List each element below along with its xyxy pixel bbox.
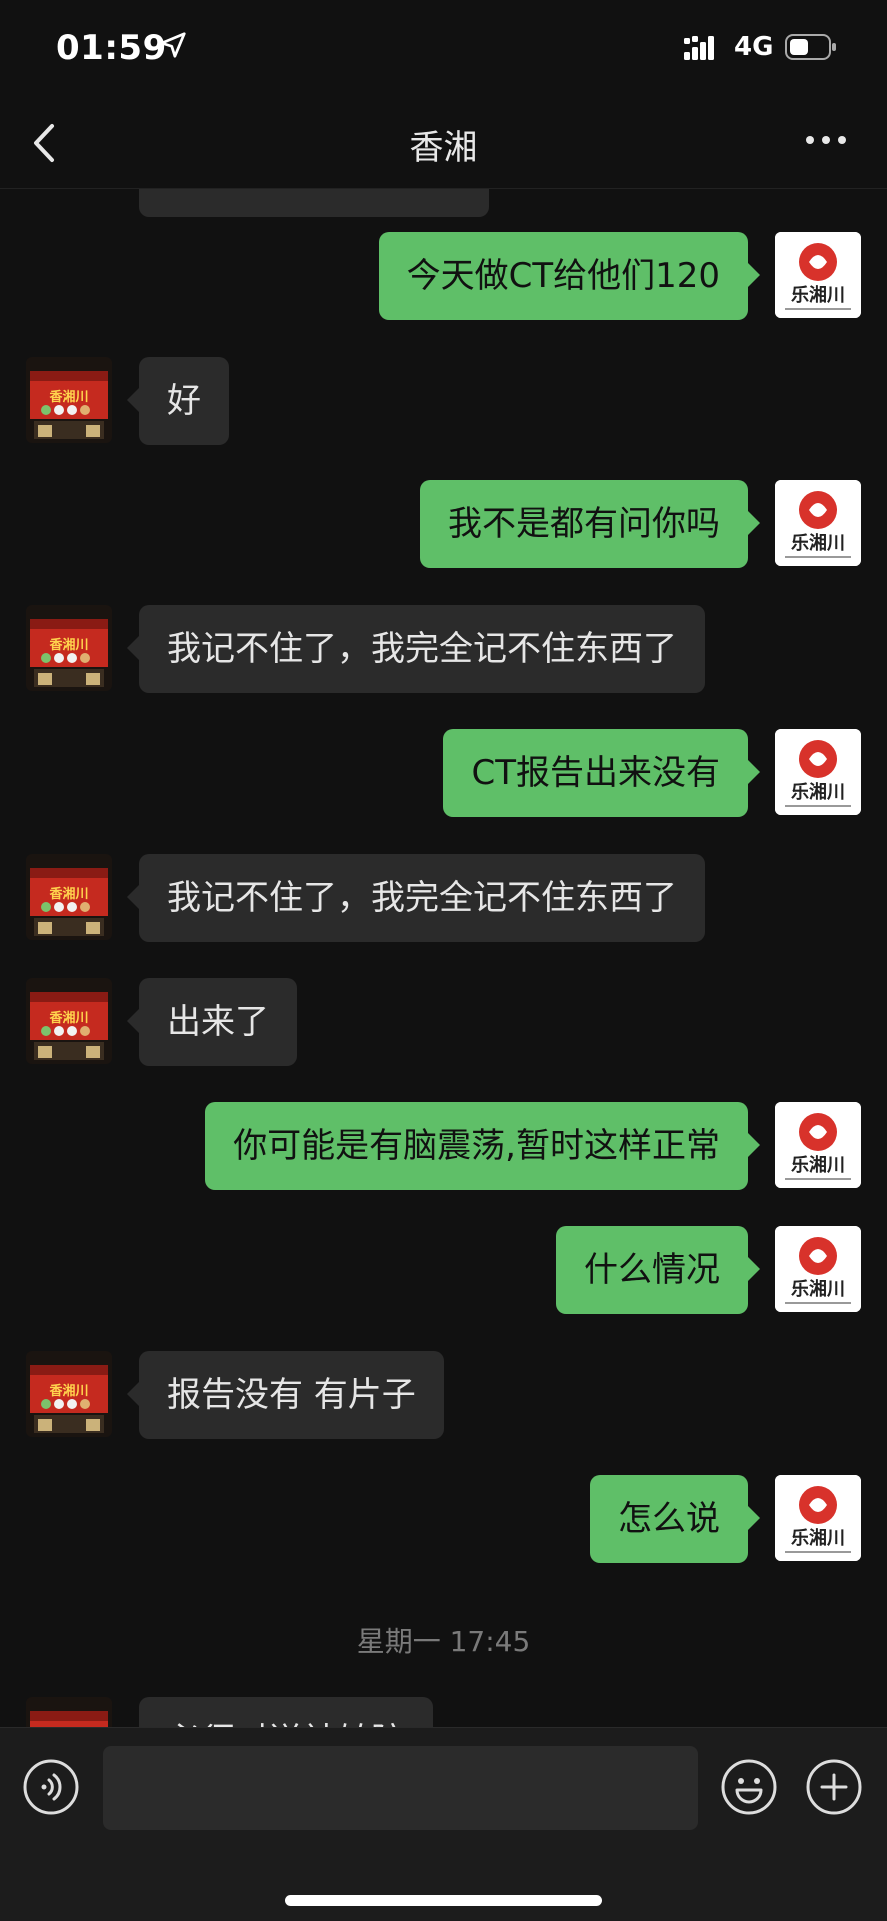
message-bubble-incoming[interactable]: 出来了 (127, 978, 297, 1066)
self-avatar[interactable]: 乐湘川 (775, 1226, 861, 1312)
self-avatar-logo-text: 乐湘川 (791, 1154, 845, 1176)
contact-avatar[interactable]: 香湘川 (26, 357, 112, 443)
message-row: 乐湘川 今天做CT给他们120 (0, 232, 887, 322)
contact-avatar[interactable]: 香湘川 (26, 978, 112, 1064)
contact-avatar-sign-text: 香湘川 (48, 637, 88, 653)
self-avatar[interactable]: 乐湘川 (775, 1102, 861, 1188)
message-bubble-incoming[interactable]: 我记不住了，我完全记不住东西了 (127, 605, 705, 693)
message-bubble-outgoing[interactable]: 怎么说 (590, 1475, 760, 1563)
message-bubble-incoming[interactable]: 必须对送社转院 (139, 1697, 433, 1727)
contact-avatar-sign-text: 香湘川 (48, 389, 88, 405)
message-row: 乐湘川 怎么说 (0, 1475, 887, 1565)
message-row: 香湘川 出来了 (0, 978, 887, 1068)
message-row: 香湘川必须对送社转院 (0, 1697, 887, 1727)
network-type: 4G (734, 32, 774, 62)
message-row: 香湘川 我记不住了，我完全记不住东西了 (0, 605, 887, 695)
contact-avatar[interactable]: 香湘川 (26, 854, 112, 940)
self-avatar[interactable]: 乐湘川 (775, 729, 861, 815)
message-row: 香湘川 我记不住了，我完全记不住东西了 (0, 854, 887, 944)
message-bubble-incoming[interactable]: 我记不住了，我完全记不住东西了 (127, 854, 705, 942)
contact-avatar-sign-text: 香湘川 (48, 1010, 88, 1026)
message-bubble-outgoing[interactable]: 我不是都有问你吗 (420, 480, 760, 568)
self-avatar-logo-text: 乐湘川 (791, 781, 845, 803)
message-row: 乐湘川 什么情况 (0, 1226, 887, 1316)
location-arrow-icon (160, 32, 186, 58)
message-row: 乐湘川 我不是都有问你吗 (0, 480, 887, 570)
status-bar: 01:59 4G (0, 0, 887, 100)
contact-avatar-sign-text: 香湘川 (48, 1383, 88, 1399)
message-bubble-incoming[interactable]: 报告没有 有片子 (127, 1351, 444, 1439)
message-row: 香湘川 好 (0, 357, 887, 447)
self-avatar-logo-text: 乐湘川 (791, 1527, 845, 1549)
contact-avatar[interactable]: 香湘川 (26, 605, 112, 691)
status-time: 01:59 (56, 28, 167, 68)
emoji-icon[interactable] (720, 1758, 778, 1816)
chat-title: 香湘 (409, 128, 478, 168)
message-row: 乐湘川 CT报告出来没有 (0, 729, 887, 819)
message-bubble-incoming[interactable]: 好 (127, 357, 229, 445)
message-bubble-incoming[interactable] (139, 189, 489, 217)
message-row: 乐湘川 你可能是有脑震荡,暂时这样正常 (0, 1102, 887, 1192)
contact-avatar[interactable]: 香湘川 (26, 1351, 112, 1437)
contact-avatar-sign-text: 香湘川 (48, 886, 88, 902)
nav-bar: 香湘 (0, 100, 887, 189)
message-bubble-outgoing[interactable]: 今天做CT给他们120 (378, 232, 761, 320)
self-avatar[interactable]: 乐湘川 (775, 1475, 861, 1561)
add-attachment-icon[interactable] (805, 1758, 863, 1816)
message-row-partial-top (0, 189, 887, 219)
self-avatar-logo-text: 乐湘川 (791, 1278, 845, 1300)
self-avatar[interactable]: 乐湘川 (775, 232, 861, 318)
battery-icon (785, 34, 836, 60)
self-avatar-logo-text: 乐湘川 (791, 284, 845, 306)
message-input[interactable] (103, 1746, 698, 1830)
more-options-icon[interactable] (804, 130, 848, 150)
self-avatar[interactable]: 乐湘川 (775, 480, 861, 566)
message-row: 香湘川 报告没有 有片子 (0, 1351, 887, 1441)
chat-timestamp: 星期一 17:45 (356, 1625, 531, 1658)
contact-avatar[interactable]: 香湘川 (26, 1697, 112, 1727)
input-bar (0, 1727, 887, 1921)
message-bubble-outgoing[interactable]: 你可能是有脑震荡,暂时这样正常 (205, 1102, 760, 1190)
home-indicator (285, 1895, 602, 1906)
chat-message-list[interactable]: 乐湘川 今天做CT给他们120 香湘川好乐湘川 我不是都有问你吗 香湘川 我记不住了，我完… (0, 189, 887, 1727)
contact-avatar[interactable] (26, 189, 112, 215)
message-bubble-outgoing[interactable]: CT报告出来没有 (443, 729, 760, 817)
cellular-signal-icon (684, 36, 714, 60)
voice-input-icon[interactable] (22, 1758, 80, 1816)
self-avatar-logo-text: 乐湘川 (791, 532, 845, 554)
message-bubble-outgoing[interactable]: 什么情况 (556, 1226, 760, 1314)
